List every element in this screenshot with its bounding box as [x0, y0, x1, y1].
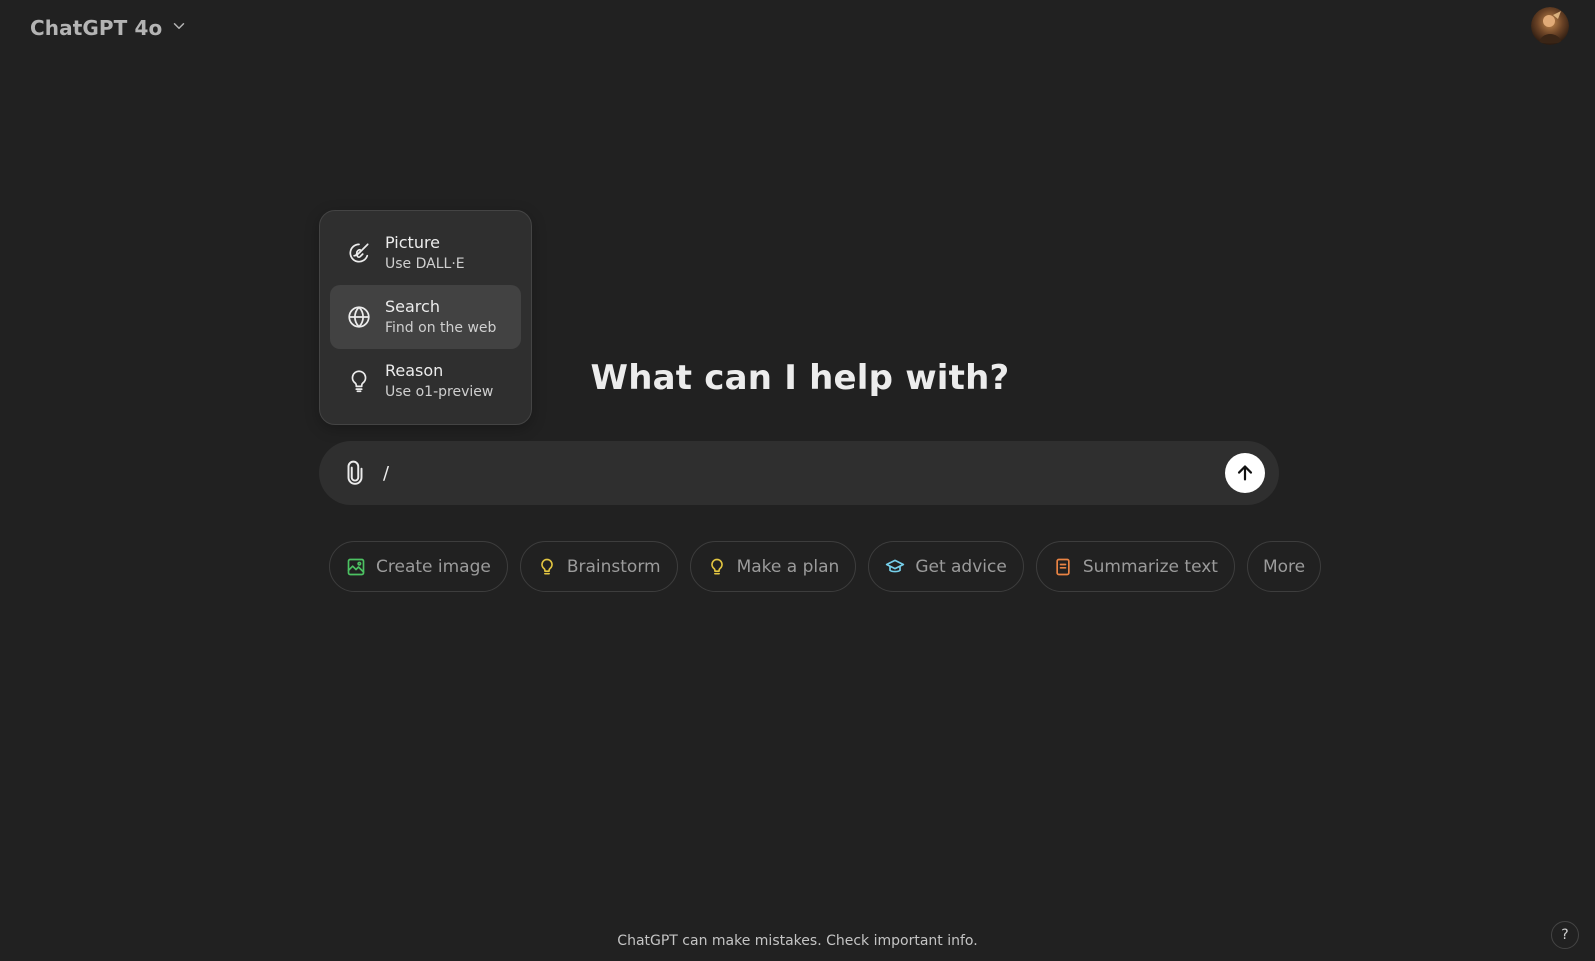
pill-label: Get advice: [915, 556, 1007, 577]
lightbulb-icon: [537, 557, 557, 577]
pill-label: Summarize text: [1082, 556, 1218, 577]
create-image-button[interactable]: Create image: [329, 541, 508, 592]
menu-item-picture[interactable]: Picture Use DALL·E: [330, 221, 521, 285]
graduation-cap-icon: [885, 557, 905, 577]
image-icon: [346, 557, 366, 577]
composer: [319, 441, 1279, 505]
brainstorm-button[interactable]: Brainstorm: [519, 541, 678, 592]
disclaimer-text: ChatGPT can make mistakes. Check importa…: [617, 933, 978, 949]
make-a-plan-button[interactable]: Make a plan: [689, 541, 857, 592]
model-title: ChatGPT 4o: [30, 16, 163, 40]
more-button[interactable]: More: [1246, 541, 1322, 592]
menu-item-sublabel: Use DALL·E: [385, 256, 465, 272]
menu-item-sublabel: Find on the web: [385, 320, 497, 336]
send-button[interactable]: [1225, 453, 1265, 493]
pill-label: Make a plan: [736, 556, 840, 577]
help-button[interactable]: ?: [1551, 921, 1579, 949]
arrow-up-icon: [1237, 465, 1253, 481]
message-input[interactable]: [381, 453, 1181, 493]
avatar[interactable]: [1531, 7, 1569, 45]
paperclip-icon[interactable]: [339, 457, 371, 489]
page-headline: What can I help with?: [590, 358, 1010, 398]
get-advice-button[interactable]: Get advice: [868, 541, 1024, 592]
globe-icon: [345, 303, 373, 331]
pill-label: Create image: [376, 556, 491, 577]
suggestion-pills: Create image Brainstorm Make a plan Get …: [329, 541, 1322, 592]
chevron-down-icon: [170, 17, 188, 39]
menu-item-label: Search: [385, 297, 440, 316]
pill-label: Brainstorm: [566, 556, 661, 577]
menu-item-search[interactable]: Search Find on the web: [330, 285, 521, 349]
document-icon: [1053, 557, 1073, 577]
dalle-brush-icon: [345, 239, 373, 267]
model-selector[interactable]: ChatGPT 4o: [20, 10, 198, 46]
pill-label: More: [1262, 556, 1306, 577]
summarize-text-button[interactable]: Summarize text: [1035, 541, 1235, 592]
lightbulb-icon: [707, 557, 727, 577]
menu-item-label: Picture: [385, 233, 441, 252]
